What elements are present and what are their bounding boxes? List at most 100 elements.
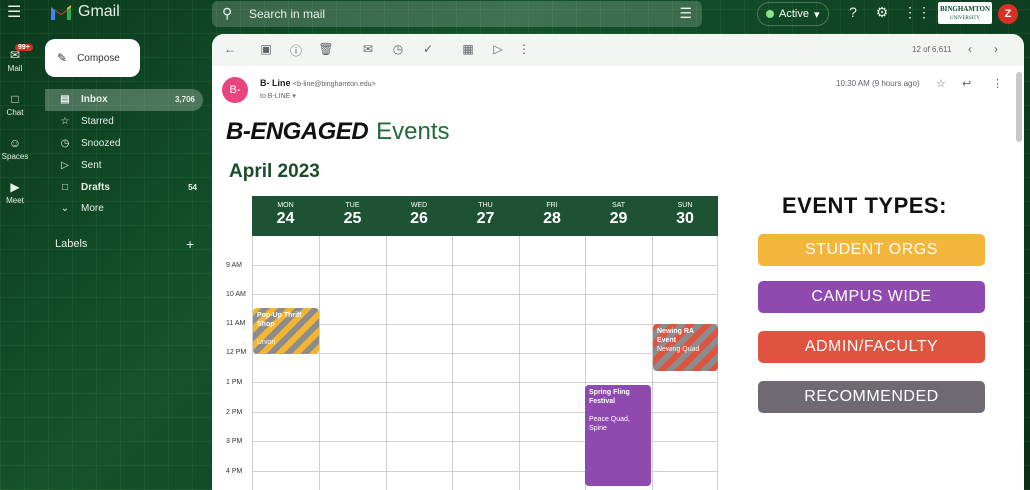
day-header-wed: WED 26 bbox=[386, 196, 452, 236]
day-date: 28 bbox=[543, 210, 561, 227]
report-spam-icon[interactable]: ⓘ bbox=[288, 42, 304, 59]
grid-line bbox=[252, 265, 718, 266]
more-vert-icon[interactable]: ⋮ bbox=[992, 77, 1003, 90]
rail-chat[interactable]: □ Chat bbox=[0, 92, 30, 117]
brand-bold-title: B-ENGAGED bbox=[226, 118, 369, 145]
chat-icon: □ bbox=[11, 92, 19, 106]
event-card-newing-ra-event[interactable]: Newing RA Event Newing Quad bbox=[653, 324, 718, 371]
rail-chat-label: Chat bbox=[6, 108, 24, 117]
account-avatar[interactable]: Z bbox=[998, 4, 1018, 24]
nav-item-snoozed[interactable]: ◷ Snoozed bbox=[45, 133, 203, 155]
mark-unread-icon[interactable]: ✉ bbox=[360, 42, 376, 56]
time-label: 11 AM bbox=[226, 320, 246, 327]
move-to-icon[interactable]: ▦ bbox=[460, 42, 476, 56]
nav-item-more[interactable]: ⌄ More bbox=[45, 198, 203, 220]
rail-spaces-label: Spaces bbox=[1, 152, 29, 161]
recipients[interactable]: to B-LINE ▾ bbox=[260, 92, 296, 100]
back-arrow-icon[interactable]: ← bbox=[222, 42, 238, 56]
nav-label: Inbox bbox=[81, 94, 108, 106]
clock-icon: ◷ bbox=[60, 137, 70, 149]
newer-chevron-icon[interactable]: ‹ bbox=[962, 42, 978, 56]
event-location: Peace Quad, Spine bbox=[589, 416, 630, 432]
chevron-down-icon: ▾ bbox=[813, 8, 820, 21]
scrollbar[interactable] bbox=[1016, 72, 1022, 142]
unread-badge: 99+ bbox=[15, 44, 33, 51]
sender-avatar[interactable]: B- bbox=[222, 77, 248, 103]
inbox-icon: ▤ bbox=[60, 94, 70, 106]
grid-line bbox=[252, 353, 718, 354]
rail-spaces[interactable]: ☺ Spaces bbox=[0, 136, 30, 161]
nav-label: Starred bbox=[81, 116, 114, 128]
draft-icon: □ bbox=[61, 181, 69, 193]
gmail-logo[interactable]: Gmail bbox=[50, 3, 120, 21]
settings-gear-icon[interactable]: ⚙ bbox=[873, 4, 891, 21]
weekly-calendar: MON 24 TUE 25 WED 26 THU 27 FRI 28 SAT 2… bbox=[252, 196, 718, 490]
newsletter-brand: B-ENGAGED Events bbox=[226, 118, 450, 146]
nav-item-starred[interactable]: ☆ Starred bbox=[45, 111, 203, 133]
grid-line bbox=[252, 236, 253, 490]
day-date: 26 bbox=[410, 210, 428, 227]
help-icon[interactable]: ? bbox=[844, 4, 862, 20]
delete-icon[interactable]: 🗑 bbox=[318, 42, 334, 56]
label-icon[interactable]: ▷ bbox=[490, 42, 506, 56]
day-name: TUE bbox=[345, 202, 360, 209]
nav-label: More bbox=[81, 203, 104, 215]
add-task-icon[interactable]: ✓ bbox=[420, 42, 436, 56]
day-name: THU bbox=[478, 202, 493, 209]
nav-item-inbox[interactable]: ▤ Inbox 3,706 bbox=[45, 89, 203, 111]
organization-logo[interactable]: BINGHAMTON UNIVERSITY bbox=[938, 2, 992, 24]
grid-line bbox=[252, 294, 718, 295]
drafts-count: 54 bbox=[188, 182, 197, 192]
nav-label: Sent bbox=[81, 159, 102, 171]
filter-options-icon[interactable]: ☰ bbox=[679, 5, 692, 22]
send-icon: ▷ bbox=[61, 159, 69, 171]
labels-heading: Labels bbox=[55, 238, 88, 250]
apps-grid-icon[interactable]: ⋮⋮ bbox=[903, 4, 931, 21]
top-bar: ☰ Gmail ⚲ Search in mail ☰ Active ▾ ? ⚙ … bbox=[0, 0, 1030, 28]
day-name: FRI bbox=[546, 202, 558, 209]
event-card-spring-fling-festival[interactable]: Spring Fling Festival Peace Quad, Spine bbox=[585, 385, 651, 486]
grid-line bbox=[519, 236, 520, 490]
video-camera-icon: ▶ bbox=[10, 180, 20, 194]
event-card-pop-up-thrift-shop[interactable]: Pop-Up Thrift Shop Union bbox=[253, 308, 319, 354]
sender-name[interactable]: B- Line bbox=[260, 78, 291, 88]
nav-item-drafts[interactable]: □ Drafts 54 bbox=[45, 176, 203, 198]
compose-label: Compose bbox=[77, 52, 120, 64]
day-name: WED bbox=[410, 202, 428, 209]
event-location: Newing Quad bbox=[657, 346, 700, 353]
chevron-down-icon: ▾ bbox=[292, 93, 296, 100]
nav-item-sent[interactable]: ▷ Sent bbox=[45, 154, 203, 176]
grid-line bbox=[319, 236, 320, 490]
event-title: Pop-Up Thrift Shop bbox=[257, 312, 302, 328]
reply-icon[interactable]: ↩ bbox=[962, 77, 971, 90]
event-types-heading: EVENT TYPES: bbox=[782, 193, 947, 218]
compose-button[interactable]: ✎ Compose bbox=[45, 39, 140, 77]
star-icon[interactable]: ☆ bbox=[936, 77, 946, 90]
more-vert-icon[interactable]: ⋮ bbox=[516, 42, 532, 56]
unread-count: 3,706 bbox=[174, 95, 195, 105]
star-icon: ☆ bbox=[60, 116, 70, 128]
day-date: 27 bbox=[476, 210, 495, 227]
older-chevron-icon[interactable]: › bbox=[988, 42, 1004, 56]
search-icon[interactable]: ⚲ bbox=[222, 5, 232, 22]
month-title: April 2023 bbox=[229, 161, 320, 182]
time-label: 2 PM bbox=[226, 409, 243, 416]
pencil-icon: ✎ bbox=[57, 51, 68, 65]
pagination-label: 12 of 6,611 bbox=[912, 45, 952, 54]
time-label: 9 AM bbox=[226, 262, 242, 269]
hamburger-icon[interactable]: ☰ bbox=[7, 5, 23, 21]
time-label: 4 PM bbox=[226, 468, 243, 475]
event-type-campus-wide: CAMPUS WIDE bbox=[758, 281, 985, 313]
day-header-mon: MON 24 bbox=[252, 196, 319, 236]
time-label: 12 PM bbox=[226, 349, 247, 356]
add-label-icon[interactable]: + bbox=[186, 236, 194, 252]
status-selector[interactable]: Active ▾ bbox=[757, 2, 829, 26]
rail-meet[interactable]: ▶ Meet bbox=[0, 180, 30, 205]
snooze-icon[interactable]: ◷ bbox=[390, 42, 406, 56]
search-bar[interactable]: ⚲ Search in mail ☰ bbox=[212, 1, 702, 27]
rail-mail[interactable]: ✉ 99+ Mail bbox=[0, 44, 33, 73]
mail-nav: ▤ Inbox 3,706 ☆ Starred ◷ Snoozed ▷ Sent… bbox=[45, 89, 203, 220]
day-name: SAT bbox=[611, 202, 626, 209]
archive-icon[interactable]: ▣ bbox=[258, 42, 274, 56]
search-placeholder[interactable]: Search in mail bbox=[249, 7, 325, 21]
